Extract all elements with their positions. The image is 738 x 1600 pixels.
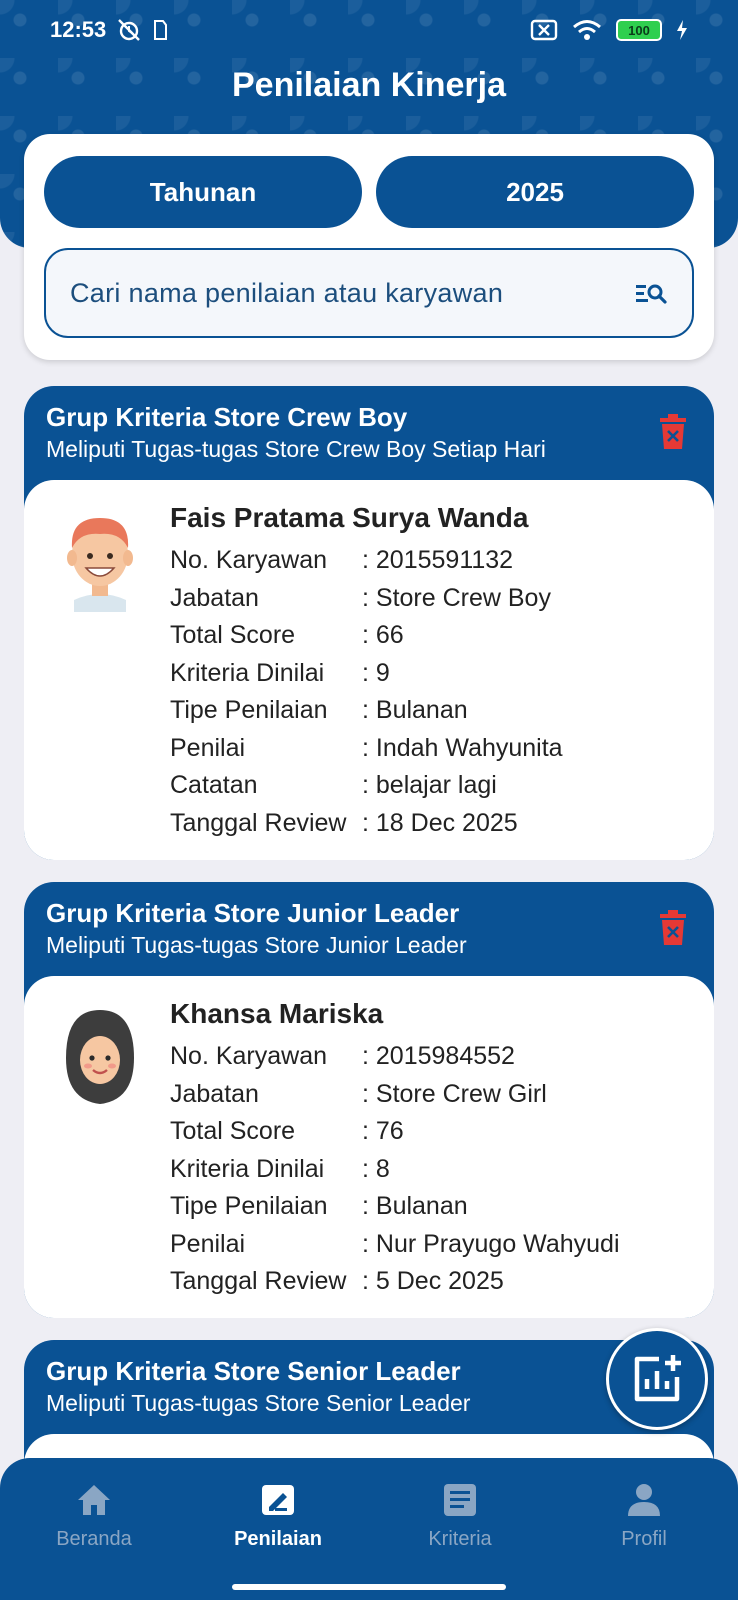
nav-item-kriteria[interactable]: Kriteria xyxy=(390,1482,530,1551)
search-input[interactable]: Cari nama penilaian atau karyawan xyxy=(44,248,694,338)
detail-row: Tipe Penilaian : Bulanan xyxy=(170,692,563,730)
nav-label: Kriteria xyxy=(428,1528,492,1550)
group-title: Grup Kriteria Store Crew Boy xyxy=(46,402,408,432)
detail-label: Catatan xyxy=(170,771,258,800)
detail-value: : 2015591132 xyxy=(362,546,514,575)
detail-value: : 5 Dec 2025 xyxy=(362,1267,504,1296)
detail-value: : 8 xyxy=(362,1154,390,1183)
alarm-off-icon xyxy=(118,19,141,41)
detail-value: : Nur Prayugo Wahyudi xyxy=(362,1229,620,1258)
battery-indicator: 100 xyxy=(616,19,662,41)
detail-row: Penilai : Indah Wahyunita xyxy=(170,730,563,768)
detail-label: Tanggal Review xyxy=(170,1267,347,1296)
detail-value: : 18 Dec 2025 xyxy=(362,808,518,837)
detail-value: : 2015984552 xyxy=(362,1042,515,1071)
detail-value: : 9 xyxy=(362,658,390,687)
detail-row: Jabatan : Store Crew Boy xyxy=(170,580,563,618)
bottom-navigation: Beranda Penilaian Kriteria Profil xyxy=(0,1458,738,1600)
nav-label: Beranda xyxy=(56,1528,132,1550)
rating-edit-icon xyxy=(262,1485,294,1515)
employee-details: No. Karyawan : 2015984552 Jabatan : Store … xyxy=(170,1038,620,1301)
detail-label: Tipe Penilaian xyxy=(170,696,328,725)
no-sim-icon xyxy=(530,19,558,41)
detail-label: Total Score xyxy=(170,1117,296,1146)
nav-item-beranda[interactable]: Beranda xyxy=(24,1482,164,1551)
search-placeholder: Cari nama penilaian atau karyawan xyxy=(70,277,504,308)
detail-value: : belajar lagi xyxy=(362,771,497,800)
wifi-icon xyxy=(573,20,601,40)
charging-icon xyxy=(677,20,687,40)
detail-label: Penilai xyxy=(170,733,246,762)
add-assessment-button[interactable] xyxy=(606,1328,708,1430)
detail-row: No. Karyawan : 2015591132 xyxy=(170,542,563,580)
sim-icon xyxy=(154,20,168,40)
detail-label: Total Score xyxy=(170,621,296,650)
detail-label: Tanggal Review xyxy=(170,808,347,837)
detail-row: No. Karyawan : 2015984552 xyxy=(170,1038,620,1076)
year-filter-button[interactable]: 2025 xyxy=(376,156,694,228)
detail-row: Penilai : Nur Prayugo Wahyudi xyxy=(170,1226,620,1264)
detail-label: Jabatan xyxy=(170,1079,259,1108)
detail-row: Total Score : 66 xyxy=(170,617,563,655)
group-card[interactable]: Grup Kriteria Store Crew Boy Meliputi Tu… xyxy=(24,386,714,860)
detail-value: : Store Crew Boy xyxy=(362,583,551,612)
detail-row: Total Score : 76 xyxy=(170,1113,620,1151)
detail-value: : Bulanan xyxy=(362,696,468,725)
detail-value: : 76 xyxy=(362,1117,404,1146)
detail-row: Kriteria Dinilai : 9 xyxy=(170,655,563,693)
delete-icon[interactable] xyxy=(658,414,688,450)
group-subtitle: Meliputi Tugas-tugas Store Crew Boy Seti… xyxy=(46,436,546,462)
detail-row: Kriteria Dinilai : 8 xyxy=(170,1151,620,1189)
page-title: Penilaian Kinerja xyxy=(232,66,506,104)
add-chart-icon xyxy=(634,1355,681,1402)
detail-label: Kriteria Dinilai xyxy=(170,658,325,687)
employee-card[interactable]: Khansa Mariska No. Karyawan : 2015984552 … xyxy=(24,976,714,1318)
detail-label: Jabatan xyxy=(170,583,259,612)
group-card[interactable]: Grup Kriteria Store Junior Leader Melipu… xyxy=(24,882,714,1318)
detail-label: Tipe Penilaian xyxy=(170,1192,328,1221)
detail-row: Catatan : belajar lagi xyxy=(170,767,563,805)
detail-label: Kriteria Dinilai xyxy=(170,1154,325,1183)
home-indicator[interactable] xyxy=(232,1584,506,1590)
detail-label: No. Karyawan xyxy=(170,546,328,575)
detail-value: : Bulanan xyxy=(362,1192,468,1221)
list-document-icon xyxy=(444,1484,476,1516)
period-filter-button[interactable]: Tahunan xyxy=(44,156,362,228)
male-avatar-icon xyxy=(67,518,133,612)
employee-name: Fais Pratama Surya Wanda xyxy=(170,502,529,533)
group-subtitle: Meliputi Tugas-tugas Store Junior Leader xyxy=(46,932,467,958)
delete-icon[interactable] xyxy=(658,910,688,946)
group-title: Grup Kriteria Store Senior Leader xyxy=(46,1356,461,1386)
female-hijab-avatar-icon xyxy=(66,1010,134,1104)
detail-label: No. Karyawan xyxy=(170,1042,328,1071)
nav-label: Profil xyxy=(621,1528,667,1550)
detail-value: : 66 xyxy=(362,621,404,650)
detail-row: Tanggal Review : 18 Dec 2025 xyxy=(170,805,563,843)
status-time: 12:53 xyxy=(50,17,107,42)
group-title: Grup Kriteria Store Junior Leader xyxy=(46,898,460,928)
nav-label: Penilaian xyxy=(234,1528,322,1550)
detail-value: : Store Crew Girl xyxy=(362,1079,547,1108)
person-icon xyxy=(628,1484,660,1516)
filter-panel: Tahunan 2025 Cari nama penilaian atau ka… xyxy=(24,134,714,360)
employee-card[interactable]: Fais Pratama Surya Wanda No. Karyawan : 2… xyxy=(24,480,714,860)
nav-item-penilaian[interactable]: Penilaian xyxy=(208,1482,348,1551)
detail-value: : Indah Wahyunita xyxy=(362,733,563,762)
employee-name: Khansa Mariska xyxy=(170,998,384,1029)
employee-details: No. Karyawan : 2015591132 Jabatan : Store … xyxy=(170,542,563,842)
search-list-icon[interactable] xyxy=(634,279,668,307)
detail-label: Penilai xyxy=(170,1229,246,1258)
home-icon xyxy=(78,1485,110,1515)
detail-row: Tipe Penilaian : Bulanan xyxy=(170,1188,620,1226)
status-bar: 12:53 100 xyxy=(0,0,738,60)
detail-row: Tanggal Review : 5 Dec 2025 xyxy=(170,1263,620,1301)
group-subtitle: Meliputi Tugas-tugas Store Senior Leader xyxy=(46,1390,471,1416)
nav-item-profil[interactable]: Profil xyxy=(574,1482,714,1551)
detail-row: Jabatan : Store Crew Girl xyxy=(170,1076,620,1114)
